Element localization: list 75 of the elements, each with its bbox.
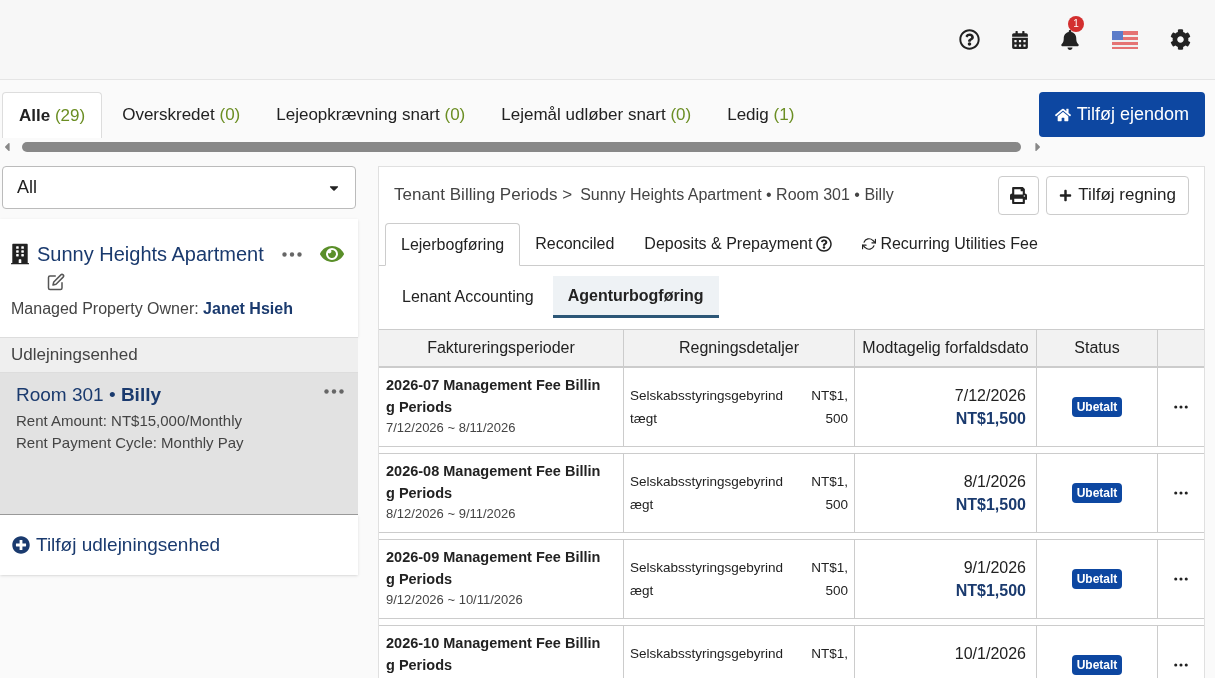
due-date: 8/1/2026 [963, 472, 1026, 492]
column-header: Status [1037, 330, 1158, 366]
section-tab[interactable]: Recurring Utilities Fee [847, 222, 1053, 265]
sub-tab[interactable]: Agenturbogføring [552, 276, 719, 318]
units-header: Udlejningsenhed [0, 337, 358, 373]
period-range: 8/12/2026 ~ 9/11/2026 [386, 505, 517, 523]
bill-detail: Selskabsstyringsgebyrind [630, 645, 784, 663]
section-tab[interactable]: Deposits & Prepayment [629, 222, 848, 265]
bill-detail: Selskabsstyringsgebyrind tægt [630, 387, 784, 428]
section-tab[interactable]: Reconciled [520, 222, 630, 265]
help-icon[interactable] [959, 29, 980, 50]
bill-amount: NT$1, 500 [811, 559, 848, 600]
due-date: 9/1/2026 [963, 558, 1026, 578]
period-title: 2026-08 Management Fee Billin g Periods [386, 462, 602, 503]
filter-tab[interactable]: Overskredet (0) [106, 92, 257, 138]
column-header: Faktureringsperioder [379, 330, 624, 366]
plus-icon [1059, 188, 1073, 202]
add-bill-button[interactable]: Tilføj regning [1046, 175, 1189, 215]
settings-icon[interactable] [1170, 29, 1191, 50]
due-amount: NT$1,500 [955, 495, 1026, 515]
more-icon[interactable] [324, 389, 344, 394]
rent-amount: Rent Amount: NT$15,000/Monthly [16, 410, 243, 431]
add-property-button[interactable]: Tilføj ejendom [1038, 92, 1205, 137]
bill-detail: Selskabsstyringsgebyrind ægt [630, 473, 784, 514]
row-menu-icon[interactable] [1174, 577, 1188, 581]
due-date: 10/1/2026 [954, 644, 1026, 664]
period-title: 2026-09 Management Fee Billin g Periods [386, 548, 602, 589]
calendar-icon[interactable] [1012, 30, 1028, 49]
status-badge: Ubetalt [1071, 655, 1123, 675]
row-menu-icon[interactable] [1174, 405, 1188, 409]
section-tab[interactable]: Lejerbogføring [385, 223, 521, 266]
breadcrumb-path: Sunny Heights Apartment • Room 301 • Billy [580, 185, 894, 205]
property-name[interactable]: Sunny Heights Apartment [37, 239, 264, 269]
edit-icon[interactable] [47, 273, 65, 291]
unit-card[interactable]: Room 301 • Billy Rent Amount: NT$15,000/Monthly Rent Payment Cycle: Monthly Pay [0, 373, 358, 515]
building-icon [11, 242, 29, 266]
bill-amount: NT$1, [811, 645, 848, 663]
bill-amount: NT$1, 500 [811, 473, 848, 514]
print-icon [1010, 186, 1028, 204]
column-header: Regningsdetaljer [624, 330, 855, 366]
bill-detail: Selskabsstyringsgebyrind ægt [630, 559, 784, 600]
status-badge: Ubetalt [1071, 397, 1123, 417]
period-range: 7/12/2026 ~ 8/11/2026 [386, 419, 517, 437]
row-menu-icon[interactable] [1174, 491, 1188, 495]
filter-tab[interactable]: Alle (29) [2, 92, 103, 138]
due-amount: NT$1,500 [955, 581, 1026, 601]
due-date: 7/12/2026 [954, 386, 1026, 406]
due-amount: NT$1,500 [955, 409, 1026, 429]
property-owner: Managed Property Owner: Janet Hsieh [11, 299, 294, 319]
scrollbar-thumb[interactable] [22, 142, 1021, 152]
print-button[interactable] [998, 175, 1040, 215]
refresh-icon [862, 236, 877, 251]
period-title: 2026-10 Management Fee Billin g Periods [386, 634, 602, 675]
house-icon [1054, 106, 1071, 123]
help-icon [816, 235, 833, 252]
more-icon[interactable] [281, 251, 302, 257]
filter-select[interactable]: All [2, 166, 356, 209]
row-menu-icon[interactable] [1174, 663, 1188, 667]
column-header: Modtagelig forfaldsdato [855, 330, 1037, 366]
period-title: 2026-07 Management Fee Billin g Periods [386, 376, 602, 417]
breadcrumb-root[interactable]: Tenant Billing Periods > [394, 182, 573, 208]
period-range: 9/12/2026 ~ 10/11/2026 [386, 591, 524, 609]
sub-tab[interactable]: Lenant Accounting [387, 276, 549, 318]
status-badge: Ubetalt [1071, 569, 1123, 589]
filter-tab[interactable]: Ledig (1) [711, 92, 811, 138]
eye-icon[interactable] [319, 243, 344, 265]
unit-title: Room 301 • Billy [16, 383, 161, 407]
flag-icon[interactable] [1112, 30, 1138, 49]
filter-tab[interactable]: Lejeopkrævning snart (0) [260, 92, 482, 138]
bill-amount: NT$1, 500 [811, 387, 848, 428]
status-badge: Ubetalt [1071, 483, 1123, 503]
payment-cycle: Rent Payment Cycle: Monthly Pay [16, 433, 245, 453]
notification-count: 1 [1068, 15, 1084, 32]
filter-tab[interactable]: Lejemål udløber snart (0) [485, 92, 708, 138]
notification-bell-icon[interactable] [1060, 29, 1080, 50]
